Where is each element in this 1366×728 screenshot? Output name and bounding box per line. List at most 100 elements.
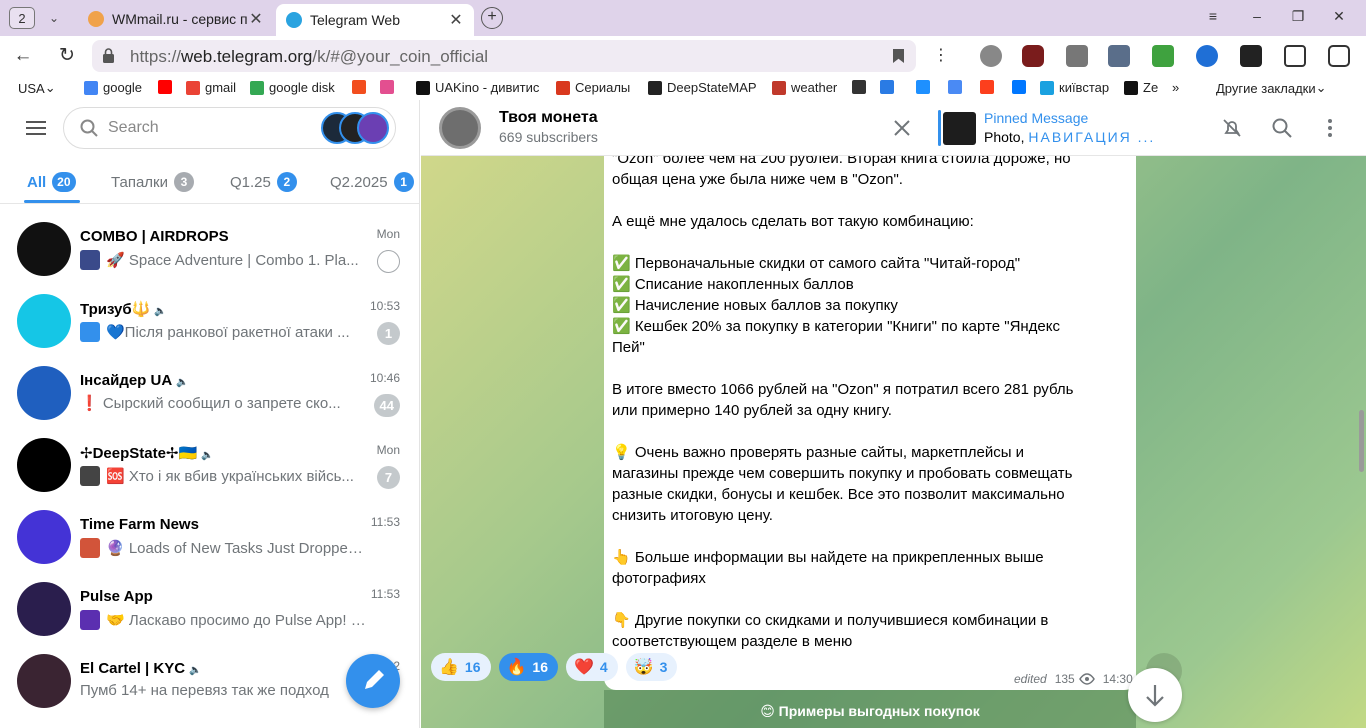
bookmark-item[interactable]: Сериалы (556, 80, 630, 95)
bookmark-favicon-icon (648, 80, 662, 95)
bookmark-item[interactable] (352, 80, 371, 94)
channel-avatar[interactable] (439, 107, 481, 149)
menu-icon[interactable]: ≡ (1202, 8, 1224, 28)
bookmark-item[interactable]: » (1172, 80, 1179, 95)
message-line (612, 421, 1126, 442)
inline-button-examples[interactable]: 😊 Примеры выгодных покупок (604, 690, 1136, 728)
chat-avatar (17, 366, 71, 420)
pinned-thumbnail[interactable] (943, 112, 976, 145)
reaction-button[interactable]: 🤯 3 (625, 653, 678, 681)
scrollbar[interactable] (1359, 410, 1364, 472)
chat-list-item[interactable]: ✢DeepState✢🇺🇦 🔈 Mon 🆘 Хто і як вбив українс… (0, 430, 419, 502)
extension-icon[interactable] (1240, 45, 1262, 67)
chat-name: Time Farm News (80, 516, 199, 533)
channel-title[interactable]: Твоя монета (499, 109, 598, 127)
bookmark-item[interactable] (880, 80, 899, 94)
chat-preview: 🚀 Space Adventure | Combo 1. Pla... (80, 250, 370, 270)
bookmark-item[interactable]: weather (772, 80, 837, 95)
address-bar[interactable]: https://web.telegram.org/k/#@your_coin_o… (92, 40, 916, 72)
close-icon[interactable] (891, 117, 913, 139)
downloads-icon[interactable] (1328, 45, 1350, 67)
bookmark-item[interactable]: UAKino - дивитис (416, 80, 539, 95)
message-line: А ещё мне удалось сделать вот такую комб… (612, 213, 974, 230)
bookmark-item[interactable]: gmail (186, 80, 236, 95)
reaction-count: 3 (659, 659, 668, 675)
ublock-extension-icon[interactable] (1022, 45, 1044, 67)
chat-list-item[interactable]: Time Farm News 11:53 🔮 Loads of New Tasks … (0, 502, 419, 574)
bookmark-item[interactable]: Другие закладки ⌄ (1216, 80, 1327, 96)
message-line: снизить итоговую цену. (612, 507, 773, 524)
chat-time: Mon (376, 443, 400, 457)
folder-label: Тапалки (111, 173, 168, 191)
muted-icon: 🔈 (189, 665, 202, 676)
browser-tab-telegram[interactable]: Telegram Web ✕ (276, 4, 474, 36)
close-window-icon[interactable]: ✕ (1328, 8, 1350, 28)
pinned-message-preview[interactable]: Photo, НАВИГАЦИЯ ... (984, 129, 1155, 145)
chat-list-item[interactable]: Тризуб🔱 🔈 10:53 💙Після ранкової ракетної ат… (0, 286, 419, 358)
extension-icon[interactable] (1196, 45, 1218, 67)
chat-list-item[interactable]: Інсайдер UA 🔈 10:46 ❗ Сырский сообщил о зап… (0, 358, 419, 430)
reaction-button[interactable]: ❤️ 4 (566, 653, 618, 681)
bookmark-item[interactable] (158, 80, 177, 94)
bookmark-item[interactable]: київстар (1040, 80, 1109, 95)
more-vertical-icon[interactable] (1319, 117, 1341, 139)
new-chat-button[interactable] (346, 654, 400, 708)
reaction-button[interactable]: 🔥 16 (498, 653, 558, 681)
download-extension-icon[interactable] (1152, 45, 1174, 67)
chevron-down-icon: ⌄ (1315, 80, 1327, 95)
muted-icon: 🔈 (154, 306, 167, 317)
chat-list-item[interactable]: Pulse App 11:53 🤝 Ласкаво просимо до Pulse… (0, 574, 419, 646)
unread-badge: 44 (373, 394, 400, 417)
folder-tab[interactable]: Q2.2025 1 (330, 172, 414, 192)
minimize-icon[interactable]: – (1246, 8, 1268, 28)
search-icon[interactable] (1271, 117, 1293, 139)
reaction-button[interactable]: 👍 16 (431, 653, 491, 681)
chevron-down-icon[interactable]: ⌄ (44, 8, 64, 28)
bookmark-item[interactable] (916, 80, 935, 94)
chat-avatar (17, 582, 71, 636)
pinned-message-title[interactable]: Pinned Message (984, 110, 1088, 126)
reload-icon[interactable]: ↻ (56, 45, 78, 67)
folder-tab[interactable]: All 20 (27, 172, 76, 192)
bookmark-item[interactable]: DeepStateMAP (648, 80, 757, 95)
bookmark-label: київстар (1059, 80, 1110, 95)
active-folder-underline (24, 200, 80, 203)
chat-view: Твоя монета 669 subscribers Pinned Messa… (421, 100, 1366, 728)
bookmark-item[interactable] (852, 80, 871, 94)
bookmark-item[interactable] (1012, 80, 1031, 94)
restore-icon[interactable]: ❐ (1287, 8, 1309, 28)
bookmark-label: UAKino - дивитис (435, 80, 540, 95)
bookmark-item[interactable] (380, 80, 399, 94)
mute-bell-icon[interactable] (1221, 117, 1243, 139)
search-input[interactable]: Search (63, 107, 396, 149)
browser-tab-wmmail[interactable]: WMmail.ru - сервис почтового ✕ (78, 4, 274, 34)
close-tab-icon[interactable]: ✕ (248, 9, 264, 29)
bookmark-item[interactable]: google disk (250, 80, 335, 95)
bookmark-icon[interactable] (893, 49, 904, 63)
vpn-extension-icon[interactable] (980, 45, 1002, 67)
stories-avatars[interactable] (321, 112, 389, 144)
scroll-down-button[interactable] (1128, 668, 1182, 722)
chat-list-item[interactable]: COMBO | AIRDROPS Mon 🚀 Space Adventure | C… (0, 214, 419, 286)
story-avatar[interactable] (357, 112, 389, 144)
message-meta: edited 135 14:30 (1014, 672, 1133, 686)
close-tab-icon[interactable]: ✕ (448, 10, 464, 30)
bookmark-item[interactable]: USA ⌄ (18, 80, 56, 96)
extension-icon[interactable] (1284, 45, 1306, 67)
tab-count-button[interactable]: 2 (9, 7, 35, 29)
extension-icon[interactable] (1066, 45, 1088, 67)
back-icon[interactable]: ← (12, 45, 34, 67)
menu-hamburger-icon[interactable] (26, 121, 46, 135)
new-tab-button[interactable]: + (481, 7, 503, 29)
lock-icon (103, 48, 114, 63)
folder-tab[interactable]: Тапалки 3 (111, 172, 194, 192)
folder-tab[interactable]: Q1.25 2 (230, 172, 297, 192)
bookmark-item[interactable] (948, 80, 967, 94)
message-line: 👆 Больше информации вы найдете на прикре… (612, 549, 1044, 566)
bookmark-item[interactable]: google (84, 80, 142, 95)
bookmark-item[interactable]: Ze (1124, 80, 1158, 95)
more-vertical-icon[interactable]: ⋮ (930, 45, 952, 67)
bookmark-favicon-icon (380, 80, 394, 94)
bookmark-item[interactable] (980, 80, 999, 94)
extension-icon[interactable] (1108, 45, 1130, 67)
